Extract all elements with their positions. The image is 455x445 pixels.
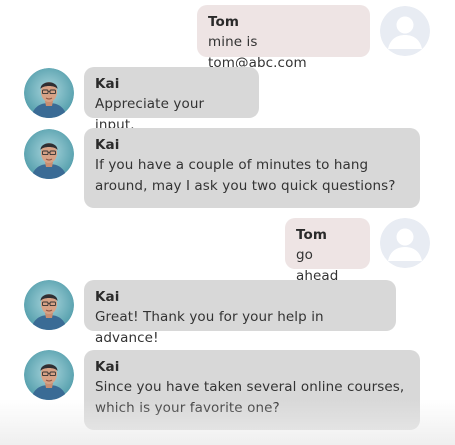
message-text: If you have a couple of minutes to hang … [95,157,396,194]
chat-thread: Tom mine is tom@abc.com Kai Appreciate y… [0,0,455,445]
message-text: Since you have taken several online cour… [95,379,405,416]
user-placeholder-icon [380,218,430,268]
user-placeholder-icon [380,6,430,56]
message-sender: Kai [95,359,120,375]
message-sender: Kai [95,289,120,305]
message-text: Great! Thank you for your help in advanc… [95,309,324,346]
bot-message-bubble: Kai If you have a couple of minutes to h… [84,128,420,208]
bot-message-bubble: Kai Great! Thank you for your help in ad… [84,280,396,346]
bot-avatar-icon [24,68,74,118]
bot-avatar-icon [24,350,74,400]
bot-message-bubble: Kai Since you have taken several online … [84,350,420,430]
bot-avatar-icon [24,129,74,179]
bot-avatar-icon [24,280,74,330]
bot-message-bubble: Kai Appreciate your input. [84,67,259,133]
user-message-bubble: Tom go ahead [285,218,370,284]
message-sender: Tom [296,227,328,243]
message-sender: Kai [95,137,120,153]
message-sender: Tom [208,14,240,30]
user-message-bubble: Tom mine is tom@abc.com [197,5,370,71]
message-sender: Kai [95,76,120,92]
